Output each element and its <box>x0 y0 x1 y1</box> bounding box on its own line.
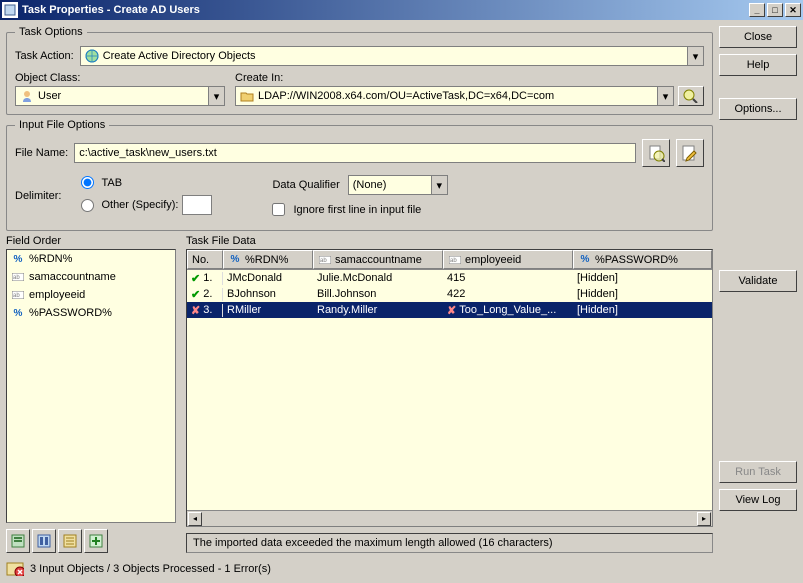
field-add-button[interactable] <box>84 529 108 553</box>
chevron-down-icon[interactable]: ▾ <box>657 87 673 105</box>
field-order-label: Field Order <box>6 235 176 247</box>
col-sam-header[interactable]: ab samaccountname <box>313 250 443 269</box>
table-row[interactable]: ✘3.RMillerRandy.Miller✘Too_Long_Value_..… <box>187 302 712 318</box>
field-order-item[interactable]: % %RDN% <box>7 250 175 268</box>
table-row[interactable]: ✔2.BJohnsonBill.Johnson422[Hidden] <box>187 286 712 302</box>
svg-text:ab: ab <box>450 258 457 264</box>
file-name-input[interactable] <box>74 143 636 163</box>
col-pw-header[interactable]: % %PASSWORD% <box>573 250 712 269</box>
delimiter-other-input[interactable] <box>182 195 212 215</box>
field-order-item[interactable]: ab samaccountname <box>7 268 175 286</box>
ignore-first-line-checkbox[interactable]: Ignore first line in input file <box>272 203 704 216</box>
minimize-button[interactable]: _ <box>749 3 765 17</box>
percent-icon: % <box>11 307 25 319</box>
window-close-button[interactable]: ✕ <box>785 3 801 17</box>
status-text: 3 Input Objects / 3 Objects Processed - … <box>30 563 271 575</box>
check-icon: ✔ <box>191 288 200 301</box>
task-file-data-grid[interactable]: No. % %RDN% ab samaccountname ab employe… <box>186 249 713 527</box>
input-file-options-group: Input File Options File Name: Delimiter:… <box>6 119 713 231</box>
field-order-item[interactable]: ab employeeid <box>7 286 175 304</box>
horizontal-scrollbar[interactable]: ◂ ▸ <box>187 510 712 526</box>
col-no-header[interactable]: No. <box>187 250 223 269</box>
input-file-legend: Input File Options <box>15 119 109 131</box>
chevron-down-icon[interactable]: ▾ <box>431 176 447 194</box>
x-icon: ✘ <box>447 304 456 317</box>
status-bar: 3 Input Objects / 3 Objects Processed - … <box>6 561 713 577</box>
text-field-icon: ab <box>318 254 332 266</box>
edit-file-button[interactable] <box>676 139 704 167</box>
text-field-icon: ab <box>11 271 25 283</box>
field-order-item-label: %PASSWORD% <box>29 307 112 319</box>
table-row[interactable]: ✔1.JMcDonaldJulie.McDonald415[Hidden] <box>187 270 712 286</box>
svg-text:ab: ab <box>13 293 20 299</box>
x-icon: ✘ <box>191 304 200 317</box>
view-log-button[interactable]: View Log <box>719 489 797 511</box>
svg-text:ab: ab <box>13 275 20 281</box>
data-qualifier-combo[interactable]: (None) ▾ <box>348 175 448 195</box>
field-order-item-label: %RDN% <box>29 253 72 265</box>
browse-file-button[interactable] <box>642 139 670 167</box>
delimiter-tab-radio[interactable]: TAB <box>81 176 212 189</box>
data-qualifier-label: Data Qualifier <box>272 179 339 191</box>
run-task-button[interactable]: Run Task <box>719 461 797 483</box>
create-in-combo[interactable]: LDAP://WIN2008.x64.com/OU=ActiveTask,DC=… <box>235 86 674 106</box>
field-tool-2-button[interactable] <box>32 529 56 553</box>
scroll-right-icon[interactable]: ▸ <box>697 512 711 526</box>
task-file-data-label: Task File Data <box>186 235 713 247</box>
task-options-group: Task Options Task Action: Create Active … <box>6 26 713 115</box>
delimiter-other-radio[interactable]: Other (Specify): <box>81 195 212 215</box>
grid-header: No. % %RDN% ab samaccountname ab employe… <box>187 250 712 270</box>
grid-body: ✔1.JMcDonaldJulie.McDonald415[Hidden]✔2.… <box>187 270 712 510</box>
delimiter-label: Delimiter: <box>15 190 61 202</box>
user-icon <box>20 89 34 103</box>
chevron-down-icon[interactable]: ▾ <box>208 87 224 105</box>
close-button[interactable]: Close <box>719 26 797 48</box>
title-bar: Task Properties - Create AD Users _ □ ✕ <box>0 0 803 20</box>
svg-text:ab: ab <box>320 258 327 264</box>
text-field-icon: ab <box>448 254 462 266</box>
field-order-item[interactable]: % %PASSWORD% <box>7 304 175 322</box>
file-name-label: File Name: <box>15 147 68 159</box>
task-action-value: Create Active Directory Objects <box>103 50 683 62</box>
validate-button[interactable]: Validate <box>719 270 797 292</box>
browse-ldap-button[interactable] <box>678 86 704 106</box>
percent-icon: % <box>578 254 592 266</box>
object-class-value: User <box>38 90 204 102</box>
app-icon <box>2 2 18 18</box>
task-action-combo[interactable]: Create Active Directory Objects ▾ <box>80 46 704 66</box>
col-emp-header[interactable]: ab employeeid <box>443 250 573 269</box>
text-field-icon: ab <box>11 289 25 301</box>
col-rdn-header[interactable]: % %RDN% <box>223 250 313 269</box>
field-order-item-label: samaccountname <box>29 271 116 283</box>
chevron-down-icon[interactable]: ▾ <box>687 47 703 65</box>
help-button[interactable]: Help <box>719 54 797 76</box>
object-class-label: Object Class: <box>15 72 225 84</box>
globe-icon <box>85 49 99 63</box>
status-error-icon <box>6 561 24 577</box>
percent-icon: % <box>228 254 242 266</box>
window-title: Task Properties - Create AD Users <box>22 4 747 16</box>
field-order-list[interactable]: % %RDN% ab samaccountname ab employeeid% %PASS… <box>6 249 176 523</box>
task-options-legend: Task Options <box>15 26 87 38</box>
scroll-left-icon[interactable]: ◂ <box>188 512 202 526</box>
options-button[interactable]: Options... <box>719 98 797 120</box>
field-tool-1-button[interactable] <box>6 529 30 553</box>
create-in-value: LDAP://WIN2008.x64.com/OU=ActiveTask,DC=… <box>258 90 653 102</box>
check-icon: ✔ <box>191 272 200 285</box>
task-action-label: Task Action: <box>15 50 74 62</box>
object-class-combo[interactable]: User ▾ <box>15 86 225 106</box>
folder-icon <box>240 89 254 103</box>
maximize-button[interactable]: □ <box>767 3 783 17</box>
field-order-item-label: employeeid <box>29 289 85 301</box>
validation-message: The imported data exceeded the maximum l… <box>186 533 713 553</box>
field-tool-3-button[interactable] <box>58 529 82 553</box>
percent-icon: % <box>11 253 25 265</box>
create-in-label: Create In: <box>235 72 704 84</box>
